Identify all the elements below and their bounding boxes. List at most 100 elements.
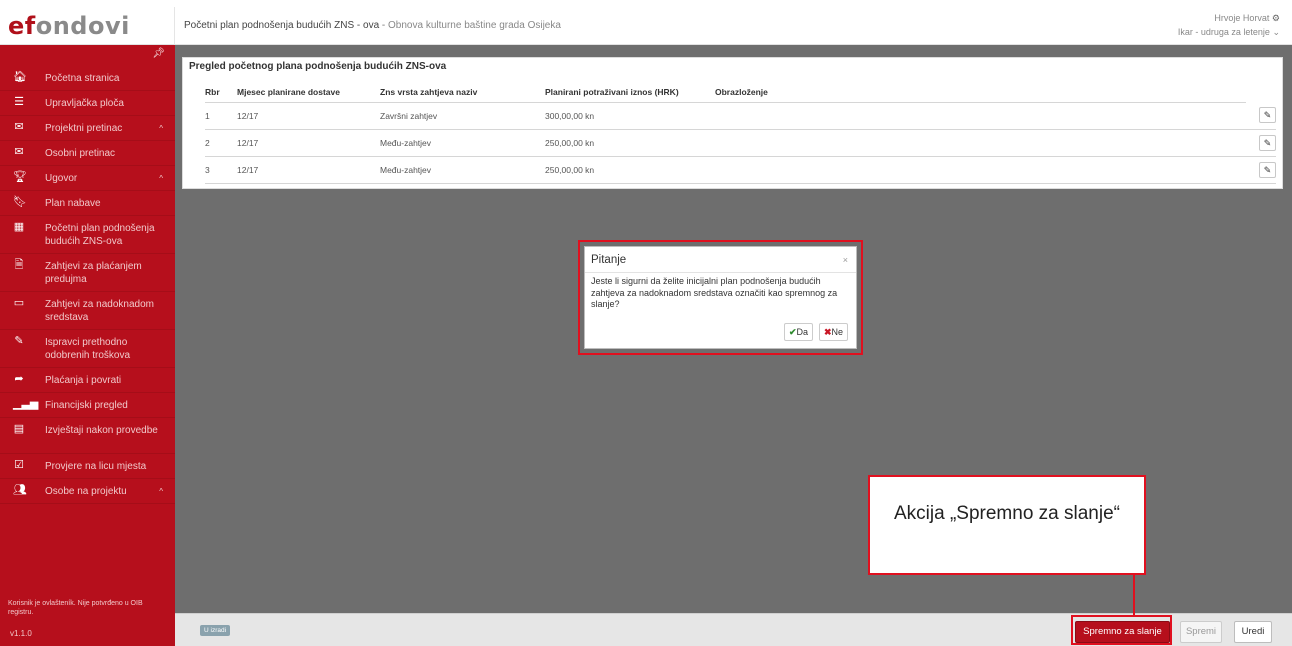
sidebar-item-9[interactable]: ▭ Zahtjevi za nadoknadom sredstava xyxy=(0,292,175,330)
envelope-icon: ✉ xyxy=(14,121,24,133)
sidebar-item-7[interactable]: ▦ Početni plan podnošenja budućih ZNS-ova xyxy=(0,216,175,254)
sidebar-item-5[interactable]: 🏆︎ Ugovor ^ xyxy=(0,166,175,191)
checkbox-icon: ☑ xyxy=(14,459,24,471)
status-badge: U izradi xyxy=(200,625,231,636)
user-menu[interactable]: Hrvoje Horvat ⚙ Ikar - udruga za letenje… xyxy=(1178,11,1280,39)
pin-icon[interactable]: 📌︎ xyxy=(152,48,165,59)
sidebar-item-label: Financijski pregled xyxy=(45,400,128,411)
table-row: 3 12/17 Među-zahtjev 250,00,00 kn ✎ xyxy=(205,156,1276,184)
button-highlight xyxy=(1071,615,1172,645)
cell-amount: 300,00,00 kn xyxy=(545,102,715,130)
user-organization: Ikar - udruga za letenje xyxy=(1177,27,1270,37)
sidebar-item-10[interactable]: ✎ Ispravci prethodno odobrenih troškova xyxy=(0,330,175,368)
share-icon: ➦ xyxy=(14,373,24,385)
sidebar-item-12[interactable]: ▁▃▅ Financijski pregled xyxy=(0,393,175,418)
sidebar-item-label: Plan nabave xyxy=(45,198,101,209)
chart-icon: ▁▃▅ xyxy=(13,398,39,410)
callout-text: Akcija „Spremno za slanje“ xyxy=(894,503,1120,524)
users-icon: 👥︎ xyxy=(13,484,27,496)
sidebar-item-3[interactable]: ✉ Projektni pretinac ^ xyxy=(0,116,175,141)
yes-button[interactable]: ✔Da xyxy=(784,323,814,341)
sidebar-item-14[interactable]: ☑ Provjere na licu mjesta xyxy=(0,454,175,479)
logo-prefix: ef xyxy=(8,12,36,40)
edit-row-button[interactable]: ✎ xyxy=(1259,107,1276,124)
table-row: 1 12/17 Završni zahtjev 300,00,00 kn ✎ xyxy=(205,102,1276,130)
cell-actions: ✎ xyxy=(1246,129,1276,157)
sidebar-item-label: Zahtjevi za nadoknadom sredstava xyxy=(45,299,154,323)
sidebar-item-label: Zahtjevi za plaćanjem predujma xyxy=(45,261,142,285)
cell-amount: 250,00,00 kn xyxy=(545,129,715,157)
dialog-title: Pitanje xyxy=(591,254,627,266)
sidebar-item-11[interactable]: ➦ Plaćanja i povrati xyxy=(0,368,175,393)
panel-title: Pregled početnog plana podnošenja budući… xyxy=(189,61,447,72)
calendar-icon: ▦ xyxy=(13,221,25,233)
cell-rbr: 1 xyxy=(205,102,237,130)
sidebar-item-4[interactable]: ✉ Osobni pretinac xyxy=(0,141,175,166)
sidebar-item-6[interactable]: 🔖︎ Plan nabave xyxy=(0,191,175,216)
project-name: Obnova kulturne baštine grada Osijeka xyxy=(388,20,561,31)
yes-label: Da xyxy=(796,327,809,337)
cell-type: Među-zahtjev xyxy=(380,156,545,184)
sidebar-item-label: Početni plan podnošenja budućih ZNS-ova xyxy=(45,223,155,247)
sidebar-item-2[interactable]: ☰ Upravljačka ploča xyxy=(0,91,175,116)
document-icon: 🗎︎ xyxy=(14,259,24,271)
sidebar-item-label: Osobni pretinac xyxy=(45,148,116,159)
cell-note xyxy=(715,102,1246,130)
sidebar: 📌︎ 🏠︎ Početna stranica ☰ Upravljačka ploča ✉… xyxy=(0,45,175,646)
sidebar-item-label: Plaćanja i povrati xyxy=(45,375,122,386)
sidebar-item-15[interactable]: 👥︎ Osobe na projektu ^ xyxy=(0,479,175,504)
bookmark-icon: 🔖︎ xyxy=(13,196,27,208)
dialog-divider xyxy=(585,272,856,273)
sidebar-item-1[interactable]: 🏠︎ Početna stranica xyxy=(0,66,175,91)
cell-amount: 250,00,00 kn xyxy=(545,156,715,184)
sidebar-item-label: Ugovor xyxy=(45,173,78,184)
version-label: v1.1.0 xyxy=(10,629,32,638)
edit-row-button[interactable]: ✎ xyxy=(1259,161,1276,178)
sidebar-item-label: Izvještaji nakon provedbe xyxy=(45,425,158,436)
annotation-callout: Akcija „Spremno za slanje“ xyxy=(868,475,1146,575)
report-icon: ▤ xyxy=(13,423,25,435)
no-button[interactable]: ✖Ne xyxy=(819,323,849,341)
envelope-icon: ✉ xyxy=(14,146,24,158)
sidebar-item-label: Ispravci prethodno odobrenih troškova xyxy=(45,337,131,361)
card-icon: ▭ xyxy=(13,297,25,309)
list-icon: ☰ xyxy=(14,96,24,108)
home-icon: 🏠︎ xyxy=(13,71,27,83)
cell-note xyxy=(715,129,1246,157)
trophy-icon: 🏆︎ xyxy=(13,171,27,183)
cell-month: 12/17 xyxy=(237,156,380,184)
table-header-row: Rbr Mjesec planirane dostave Zns vrsta z… xyxy=(205,82,1276,103)
chevron-down-icon[interactable]: ⌄ xyxy=(1272,27,1280,37)
sidebar-item-13[interactable]: ▤ Izvještaji nakon provedbe xyxy=(0,418,175,454)
column-header-type: Zns vrsta zahtjeva naziv xyxy=(380,82,545,103)
cell-month: 12/17 xyxy=(237,102,380,130)
edit-row-button[interactable]: ✎ xyxy=(1259,134,1276,151)
cell-note xyxy=(715,156,1246,184)
page-title: Početni plan podnošenja budućih ZNS - ov… xyxy=(184,20,561,31)
gear-icon[interactable]: ⚙ xyxy=(1272,13,1280,23)
logo-rest: ondovi xyxy=(35,12,130,40)
cell-type: Među-zahtjev xyxy=(380,129,545,157)
chevron-up-icon[interactable]: ^ xyxy=(159,485,163,498)
column-header-amount: Planirani potraživani iznos (HRK) xyxy=(545,82,715,103)
column-header-month: Mjesec planirane dostave xyxy=(237,82,380,103)
sidebar-item-label: Osobe na projektu xyxy=(45,486,127,497)
sidebar-item-label: Upravljačka ploča xyxy=(45,98,124,109)
table-body: 1 12/17 Završni zahtjev 300,00,00 kn ✎ 2 12/17… xyxy=(205,102,1276,184)
table-row: 2 12/17 Među-zahtjev 250,00,00 kn ✎ xyxy=(205,129,1276,157)
edit-button[interactable]: Uredi xyxy=(1234,621,1272,643)
sidebar-item-8[interactable]: 🗎︎ Zahtjevi za plaćanjem predujma xyxy=(0,254,175,292)
edit-icon: ✎ xyxy=(14,335,24,347)
sidebar-nav: 🏠︎ Početna stranica ☰ Upravljačka ploča ✉ Pro… xyxy=(0,66,175,504)
logo-area: efondovi xyxy=(0,7,175,45)
chevron-up-icon[interactable]: ^ xyxy=(159,172,163,185)
close-icon[interactable]: × xyxy=(843,255,848,265)
cell-rbr: 3 xyxy=(205,156,237,184)
check-icon: ✔ xyxy=(789,327,797,337)
efondovi-logo[interactable]: efondovi xyxy=(8,12,130,40)
title-separator: - xyxy=(379,20,389,31)
save-button[interactable]: Spremi xyxy=(1180,621,1222,643)
chevron-up-icon[interactable]: ^ xyxy=(159,122,163,135)
column-header-rbr: Rbr xyxy=(205,82,237,103)
callout-connector xyxy=(1133,574,1135,616)
